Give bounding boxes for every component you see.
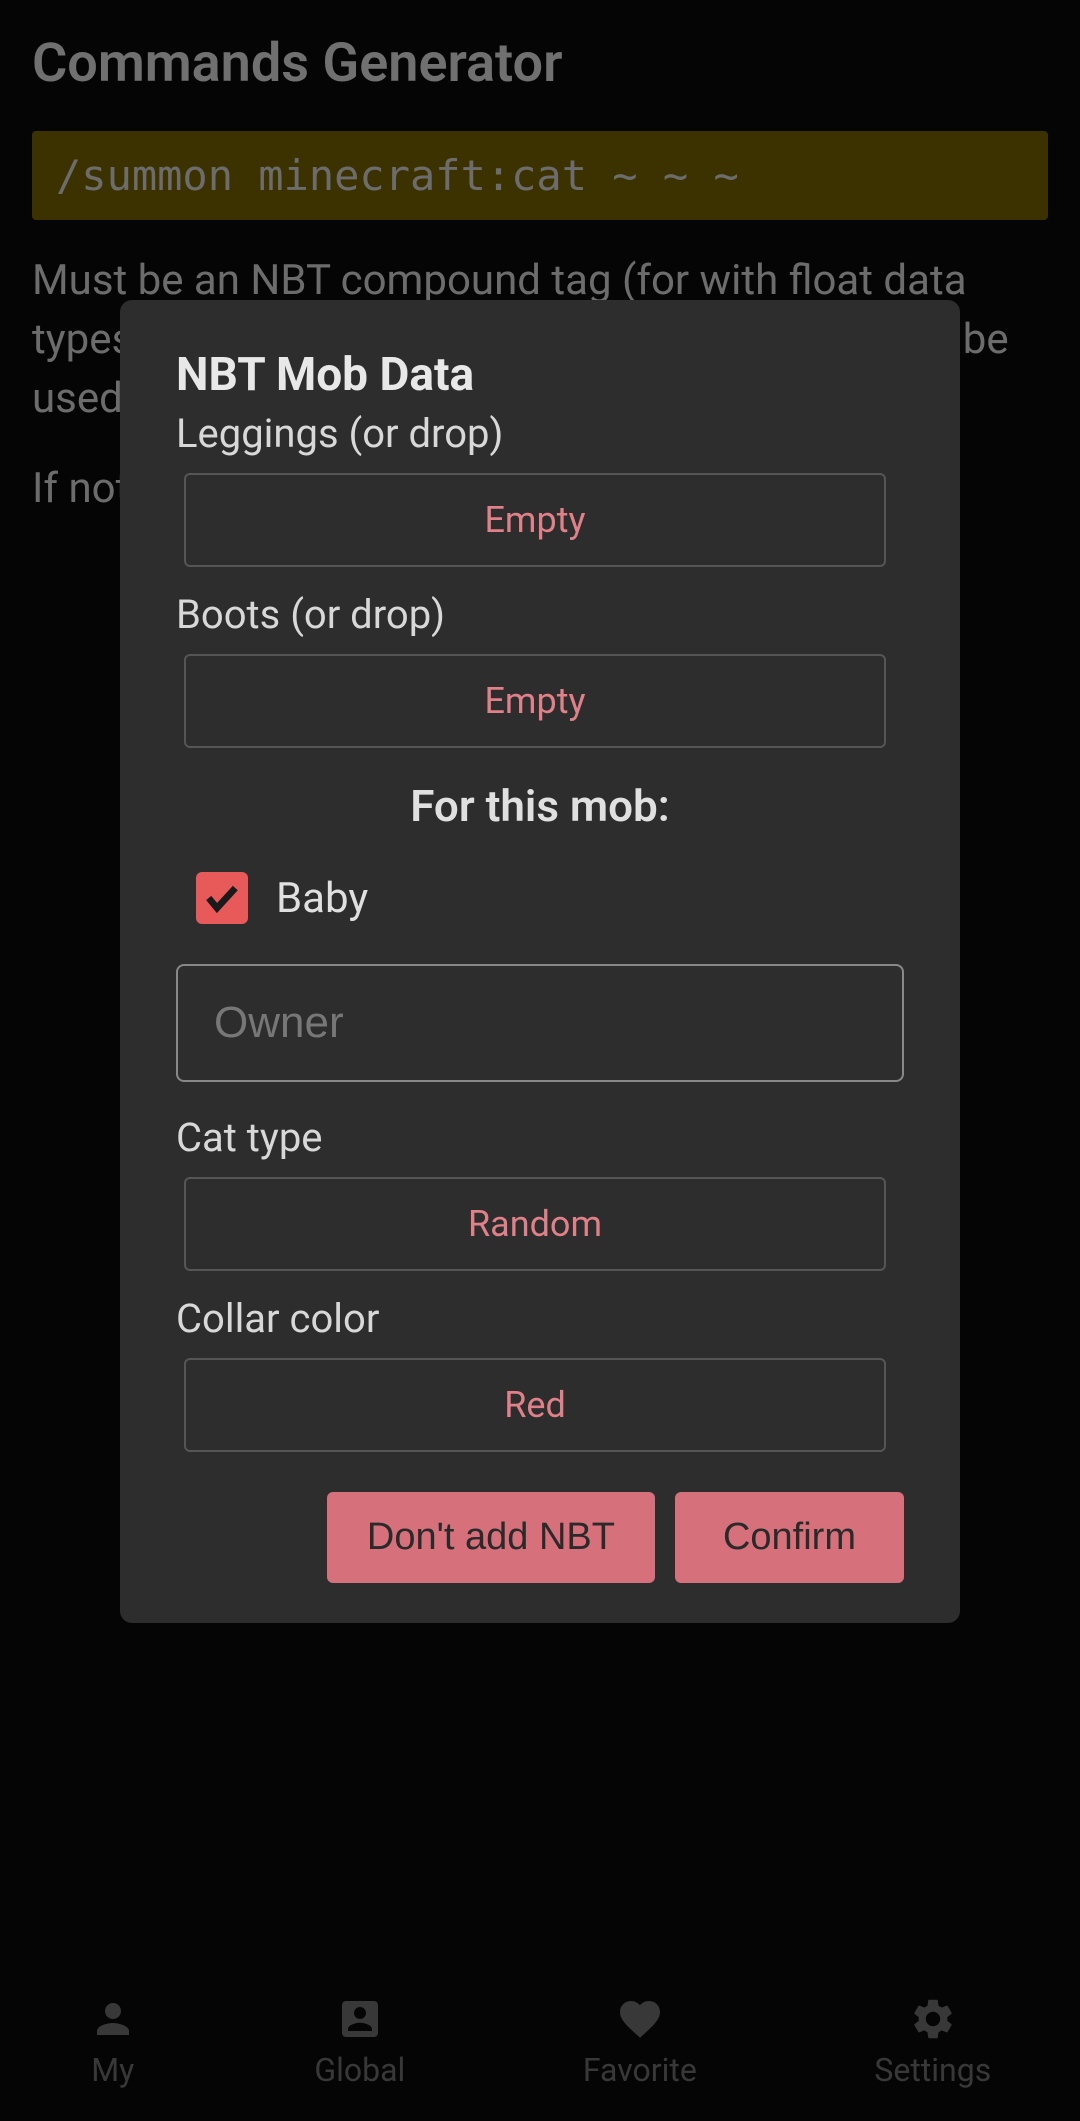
baby-checkbox[interactable] bbox=[196, 872, 248, 924]
leggings-label: Leggings (or drop) bbox=[176, 410, 904, 457]
dont-add-nbt-button[interactable]: Don't add NBT bbox=[327, 1492, 655, 1583]
collar-color-select[interactable]: Red bbox=[184, 1358, 886, 1452]
modal-overlay: NBT Mob Data Leggings (or drop) Empty Bo… bbox=[0, 0, 1080, 2121]
modal-buttons: Don't add NBT Confirm bbox=[176, 1492, 904, 1583]
nbt-modal: NBT Mob Data Leggings (or drop) Empty Bo… bbox=[120, 300, 960, 1623]
confirm-button[interactable]: Confirm bbox=[675, 1492, 904, 1583]
leggings-select[interactable]: Empty bbox=[184, 473, 886, 567]
boots-label: Boots (or drop) bbox=[176, 591, 904, 638]
cat-type-label: Cat type bbox=[176, 1114, 904, 1161]
baby-label: Baby bbox=[276, 874, 368, 923]
baby-checkbox-row[interactable]: Baby bbox=[196, 872, 904, 924]
modal-title: NBT Mob Data bbox=[176, 348, 904, 402]
cat-type-select[interactable]: Random bbox=[184, 1177, 886, 1271]
section-heading: For this mob: bbox=[176, 780, 904, 832]
owner-input[interactable] bbox=[176, 964, 904, 1082]
collar-color-label: Collar color bbox=[176, 1295, 904, 1342]
check-icon bbox=[202, 878, 242, 918]
boots-select[interactable]: Empty bbox=[184, 654, 886, 748]
